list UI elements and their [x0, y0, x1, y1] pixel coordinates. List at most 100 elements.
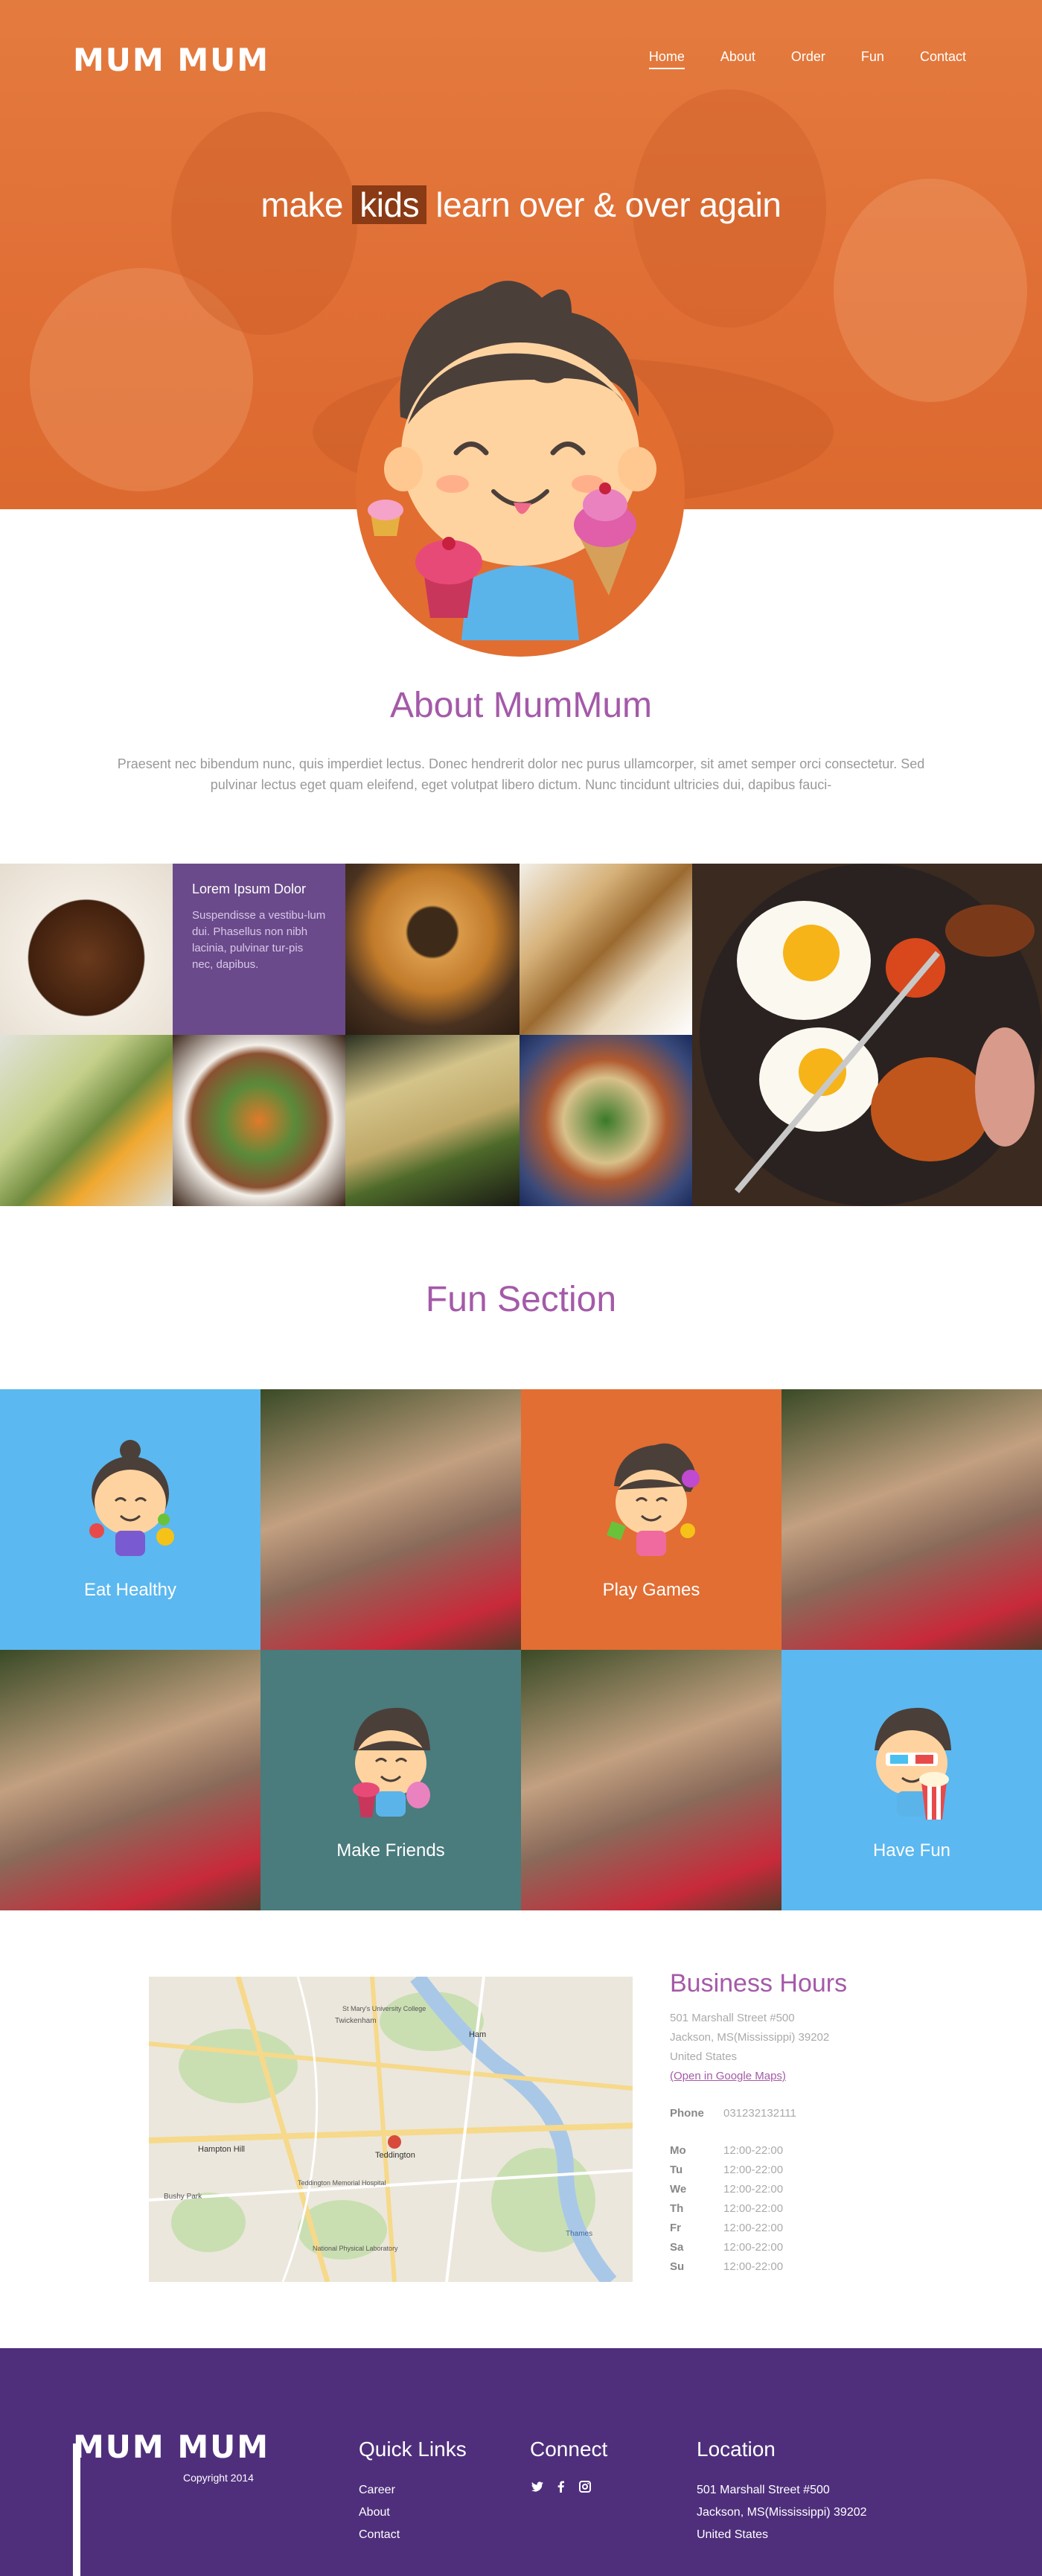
- day-time: 12:00-22:00: [723, 2260, 784, 2273]
- day-label: Sa: [670, 2241, 684, 2254]
- day-time: 12:00-22:00: [723, 2183, 784, 2196]
- fun-card-eat-healthy[interactable]: Eat Healthy: [0, 1389, 260, 1650]
- gallery-photo-steak[interactable]: [0, 864, 173, 1035]
- opening-days: Mo 12:00-22:00 Tu 12:00-22:00 We 12:00-22:0…: [670, 2141, 908, 2277]
- footer-quick-links: Quick Links Career About Contact: [359, 2438, 467, 2546]
- location-map[interactable]: Teddington Hampton Hill Ham Twickenham S…: [149, 1977, 633, 2282]
- hours-row: Mo 12:00-22:00: [670, 2141, 908, 2161]
- hours-row: Th 12:00-22:00: [670, 2199, 908, 2219]
- gallery-photo-breakfast[interactable]: [692, 864, 1042, 1206]
- copyright: Copyright 2014: [183, 2472, 254, 2484]
- footer-location-line-2: Jackson, MS(Mississippi) 39202: [697, 2506, 867, 2519]
- map-label-thames: Thames: [566, 2230, 593, 2238]
- footer-location-line-3: United States: [697, 2528, 769, 2541]
- nav-order[interactable]: Order: [791, 49, 825, 69]
- fun-label-make-friends: Make Friends: [336, 1840, 445, 1861]
- about-text: Praesent nec bibendum nunc, quis imperdi…: [117, 756, 925, 792]
- nav-about[interactable]: About: [720, 49, 755, 69]
- gallery-photo-asparagus[interactable]: [0, 1035, 173, 1206]
- address-line-2: Jackson, MS(Mississippi) 39202: [670, 2031, 830, 2044]
- gallery-photo-pasta[interactable]: [345, 1035, 520, 1206]
- fun-photo-kids[interactable]: [521, 1650, 782, 1910]
- footer-link-about[interactable]: About: [359, 2502, 467, 2524]
- connect-title: Connect: [530, 2438, 608, 2461]
- map-label-hospital: Teddington Memorial Hospital: [298, 2179, 386, 2187]
- fun-title: Fun Section: [425, 1280, 617, 1319]
- kid-friends-icon: [353, 1707, 430, 1817]
- site-footer: MUM MUM Copyright 2014 Quick Links Caree…: [0, 2348, 1042, 2576]
- facebook-icon[interactable]: [554, 2479, 569, 2494]
- fun-label-eat-healthy: Eat Healthy: [83, 1580, 177, 1600]
- twitter-icon[interactable]: [530, 2479, 545, 2494]
- map-label-st-marys: St Mary's University College: [342, 2005, 426, 2012]
- gallery-caption: Lorem Ipsum Dolor Suspendisse a vestibu-…: [173, 864, 345, 1035]
- fun-card-play-games[interactable]: Play Games: [521, 1389, 782, 1650]
- open-google-maps-link[interactable]: (Open in Google Maps): [670, 2070, 786, 2082]
- quick-links-title: Quick Links: [359, 2438, 467, 2461]
- footer-logo[interactable]: MUM MUM: [73, 2429, 269, 2465]
- gallery-photo-burrito[interactable]: [520, 864, 692, 1035]
- map-label-teddington: Teddington: [375, 2151, 415, 2160]
- hours-row: Sa 12:00-22:00: [670, 2238, 908, 2257]
- location-title: Location: [697, 2438, 776, 2461]
- nav-fun[interactable]: Fun: [861, 49, 884, 69]
- day-time: 12:00-22:00: [723, 2164, 784, 2176]
- day-time: 12:00-22:00: [723, 2222, 784, 2234]
- nav-contact[interactable]: Contact: [920, 49, 966, 69]
- tagline-post: learn over & over again: [435, 185, 782, 224]
- gallery-photo-fish[interactable]: [520, 1035, 692, 1206]
- address-line-1: 501 Marshall Street #500: [670, 2012, 795, 2024]
- fun-photo-kids[interactable]: [0, 1650, 260, 1910]
- caption-text: Suspendisse a vestibu-lum dui. Phasellus…: [192, 909, 326, 971]
- hero-tagline: make kids learn over & over again: [0, 185, 1042, 225]
- nav-home[interactable]: Home: [648, 49, 685, 69]
- instagram-icon[interactable]: [578, 2479, 592, 2494]
- map-illustration: [149, 1977, 633, 2282]
- phone-row: Phone 031232132111: [670, 2104, 908, 2123]
- social-icons: [530, 2479, 607, 2494]
- map-label-npl: National Physical Laboratory: [313, 2245, 398, 2252]
- tagline-pre: make: [260, 185, 344, 224]
- hours-row: We 12:00-22:00: [670, 2180, 908, 2199]
- fun-label-have-fun: Have Fun: [872, 1840, 951, 1861]
- kid-eating-icon: [89, 1440, 174, 1556]
- day-time: 12:00-22:00: [723, 2144, 784, 2157]
- day-label: Tu: [670, 2164, 683, 2176]
- hours-row: Tu 12:00-22:00: [670, 2161, 908, 2180]
- map-label-ham: Ham: [469, 2030, 487, 2039]
- footer-link-contact[interactable]: Contact: [359, 2524, 467, 2546]
- footer-location-line-1: 501 Marshall Street #500: [697, 2484, 830, 2496]
- main-nav: Home About Order Fun Contact: [613, 49, 966, 69]
- map-label-hampton-hill: Hampton Hill: [198, 2145, 245, 2154]
- gallery-photo-noodle-bowl[interactable]: [173, 1035, 345, 1206]
- footer-link-career[interactable]: Career: [359, 2479, 467, 2502]
- hours-row: Fr 12:00-22:00: [670, 2219, 908, 2238]
- fun-label-play-games: Play Games: [602, 1580, 700, 1600]
- fun-grid: Eat Healthy Play Games Make Friends Have…: [0, 1389, 1042, 1910]
- phone-label: Phone: [670, 2107, 704, 2120]
- phone-number[interactable]: 031232132111: [723, 2104, 796, 2123]
- kid-playing-icon: [607, 1443, 700, 1556]
- hours-title: Business Hours: [670, 1969, 848, 1998]
- caption-title: Lorem Ipsum Dolor: [192, 881, 307, 896]
- day-label: Fr: [670, 2222, 681, 2234]
- gallery-photo-donut[interactable]: [345, 864, 520, 1035]
- map-label-twickenham: Twickenham: [335, 2017, 377, 2025]
- day-label: Mo: [670, 2144, 686, 2157]
- day-label: We: [670, 2183, 687, 2196]
- footer-connect: Connect: [530, 2438, 607, 2494]
- map-label-bushy-park: Bushy Park: [164, 2193, 202, 2201]
- fun-photo-kids[interactable]: [782, 1389, 1042, 1650]
- fun-photo-kids[interactable]: [260, 1389, 521, 1650]
- address-line-3: United States: [670, 2050, 738, 2063]
- business-hours: Business Hours 501 Marshall Street #500 …: [670, 1969, 908, 2277]
- fun-card-have-fun[interactable]: Have Fun: [782, 1650, 1042, 1910]
- fun-card-make-friends[interactable]: Make Friends: [260, 1650, 521, 1910]
- day-time: 12:00-22:00: [723, 2202, 784, 2215]
- site-logo[interactable]: MUM MUM: [73, 42, 269, 78]
- day-label: Th: [670, 2202, 684, 2215]
- food-gallery: Lorem Ipsum Dolor Suspendisse a vestibu-…: [0, 864, 1042, 1206]
- footer-location: Location 501 Marshall Street #500 Jackso…: [697, 2438, 867, 2546]
- kid-popcorn-icon: [875, 1707, 951, 1820]
- tagline-highlight: kids: [352, 185, 427, 224]
